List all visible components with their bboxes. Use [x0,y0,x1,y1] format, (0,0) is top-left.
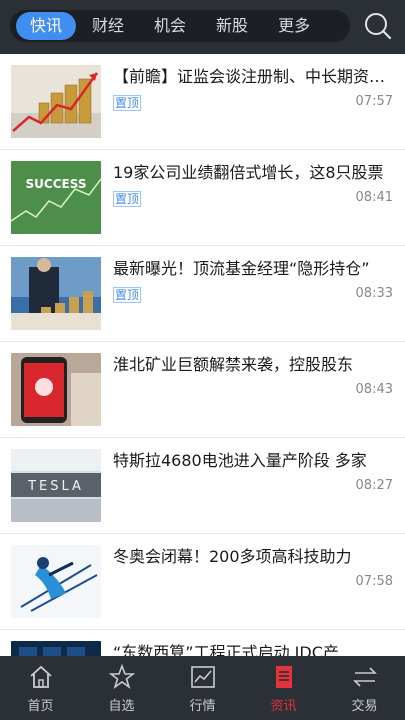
news-thumbnail [11,641,101,656]
news-title[interactable]: “东数西算”工程正式启动 IDC产 [113,642,393,656]
home-icon [29,665,52,688]
nav-news[interactable]: 资讯 [243,656,324,720]
success-thumb-text: SUCCESS [26,177,87,191]
news-time: 07:57 [355,94,393,109]
news-thumbnail: TESLA [11,449,101,522]
news-item[interactable]: 【前瞻】证监会谈注册制、中长期资金入市 置顶 07:57 [0,54,405,150]
news-icon [275,666,292,688]
news-thumbnail [11,257,101,330]
news-list: 【前瞻】证监会谈注册制、中长期资金入市 置顶 07:57 SUCCESS 19家… [0,54,405,656]
news-thumbnail [11,353,101,426]
news-title[interactable]: 19家公司业绩翻倍式增长，这8只股票 [113,162,393,184]
pinned-badge: 置顶 [113,191,142,207]
news-thumbnail [11,545,101,618]
news-item[interactable]: 冬奥会闭幕！200多项高科技助力 07:58 [0,534,405,630]
nav-home[interactable]: 首页 [0,656,81,720]
nav-label: 行情 [189,699,216,714]
news-time: 07:58 [355,574,393,589]
top-bar: 快讯 财经 机会 新股 更多 [0,0,405,54]
news-time: 08:27 [355,478,393,493]
nav-label: 首页 [27,699,54,714]
news-time: 08:43 [355,382,393,397]
nav-trade[interactable]: 交易 [324,656,405,720]
tab-gengduo[interactable]: 更多 [264,12,324,40]
tab-xingu[interactable]: 新股 [202,12,262,40]
search-icon [365,13,392,40]
news-item[interactable]: 最新曝光！顶流基金经理“隐形持仓” 置顶 08:33 [0,246,405,342]
nav-label: 自选 [108,699,135,714]
news-item[interactable]: “东数西算”工程正式启动 IDC产 [0,630,405,656]
tab-kuaixun[interactable]: 快讯 [16,12,77,40]
news-thumbnail: SUCCESS [11,161,101,234]
news-time: 08:41 [355,190,393,205]
news-title[interactable]: 特斯拉4680电池进入量产阶段 多家 [113,450,393,472]
news-title[interactable]: 淮北矿业巨额解禁来袭，控股股东 [113,354,393,376]
pinned-badge: 置顶 [113,287,142,303]
tab-caijing[interactable]: 财经 [78,12,138,40]
search-button[interactable] [363,11,393,41]
category-tabs: 快讯 财经 机会 新股 更多 [10,10,350,42]
star-icon [108,664,135,690]
exchange-icon [352,667,377,687]
news-item[interactable]: SUCCESS 19家公司业绩翻倍式增长，这8只股票 置顶 08:41 [0,150,405,246]
tesla-thumb-text: TESLA [27,479,84,494]
nav-label: 资讯 [270,699,297,714]
news-title[interactable]: 【前瞻】证监会谈注册制、中长期资金入市 [113,66,393,88]
news-title[interactable]: 冬奥会闭幕！200多项高科技助力 [113,546,393,568]
nav-label: 交易 [351,699,378,714]
news-time: 08:33 [355,286,393,301]
news-thumbnail [11,65,101,138]
tab-jihui[interactable]: 机会 [140,12,200,40]
bottom-nav: 首页 自选 行情 资讯 交易 [0,656,405,720]
nav-watchlist[interactable]: 自选 [81,656,162,720]
nav-market[interactable]: 行情 [162,656,243,720]
chart-icon [190,666,215,688]
news-item[interactable]: TESLA 特斯拉4680电池进入量产阶段 多家 08:27 [0,438,405,534]
news-title[interactable]: 最新曝光！顶流基金经理“隐形持仓” [113,258,393,280]
pinned-badge: 置顶 [113,95,142,111]
news-item[interactable]: 淮北矿业巨额解禁来袭，控股股东 08:43 [0,342,405,438]
